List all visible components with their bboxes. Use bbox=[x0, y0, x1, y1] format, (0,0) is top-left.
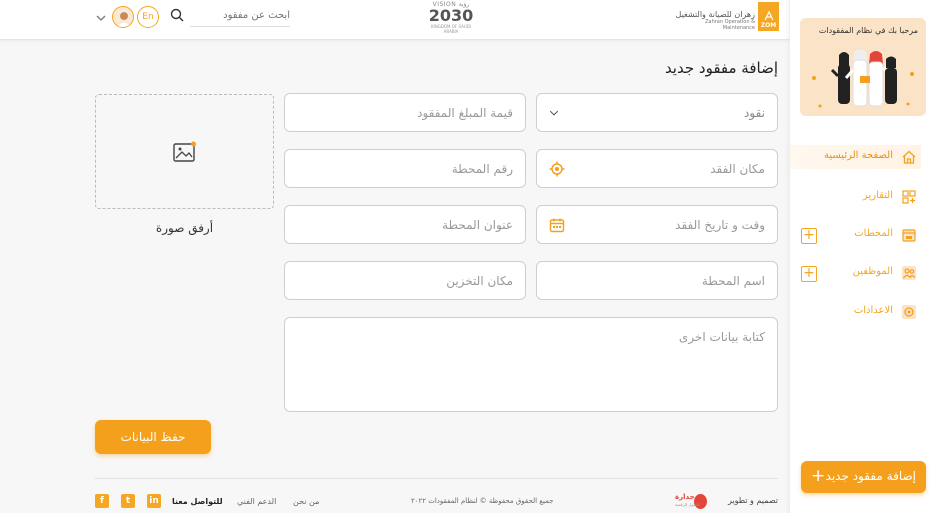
design-label: تصميم و تطوير bbox=[727, 496, 778, 505]
design-brand: جدارة bbox=[675, 493, 695, 501]
support-link[interactable]: الدعم الفني bbox=[237, 497, 276, 506]
other-data-placeholder: كتابة بيانات اخرى bbox=[678, 330, 765, 344]
copyright-text: جميع الحقوق محفوظة © لنظام المفقودات ٢٠٢… bbox=[411, 497, 554, 505]
image-icon bbox=[173, 141, 196, 162]
loss-place-field[interactable]: مكان الفقد bbox=[536, 149, 778, 188]
add-lost-item-label: إضافة مفقود جديد bbox=[825, 469, 916, 483]
sidebar: مرحبا بك في نظام المفقودات الصفحة الرئيس… bbox=[789, 0, 936, 513]
category-value: نقود bbox=[744, 105, 765, 120]
loss-datetime-placeholder: وقت و تاريخ الفقد bbox=[675, 217, 765, 232]
people-illustration bbox=[812, 49, 914, 108]
storage-place-field[interactable]: مكان التخزين bbox=[284, 261, 526, 300]
search-icon[interactable] bbox=[170, 8, 184, 22]
expand-employees-button[interactable]: + bbox=[801, 266, 817, 282]
loss-place-placeholder: مكان الفقد bbox=[710, 161, 765, 176]
company-badge-text: ZOM bbox=[760, 22, 777, 29]
sidebar-item-label: الموظفين bbox=[852, 266, 893, 277]
loss-datetime-field[interactable]: وقت و تاريخ الفقد bbox=[536, 205, 778, 244]
about-link[interactable]: من نحن bbox=[293, 497, 319, 506]
twitter-icon[interactable]: t bbox=[121, 494, 135, 508]
home-icon bbox=[902, 150, 916, 164]
vision-sub-text: KINGDOM OF SAUDI ARABIA bbox=[430, 24, 472, 34]
design-credit: تصميم و تطوير جدارة للحلول الرقمية bbox=[675, 493, 778, 511]
sidebar-item-settings[interactable]: الاعدادات bbox=[790, 300, 921, 324]
vision-year: 2030 bbox=[428, 6, 474, 25]
location-target-icon[interactable] bbox=[549, 161, 565, 177]
welcome-banner: مرحبا بك في نظام المفقودات bbox=[800, 18, 926, 116]
page-title: إضافة مفقود جديد bbox=[664, 59, 778, 77]
company-logo: زهران للصيانة والتشغيل Zahran Operation … bbox=[673, 2, 779, 32]
sidebar-item-label: الاعدادات bbox=[853, 305, 893, 316]
design-company-logo[interactable]: جدارة للحلول الرقمية bbox=[675, 493, 707, 511]
station-number-placeholder: رقم المحطة bbox=[451, 161, 513, 176]
company-name-en: Zahran Operation & Maintenance bbox=[705, 19, 755, 31]
sidebar-item-label: الصفحة الرئيسية bbox=[824, 150, 893, 161]
sidebar-item-home[interactable]: الصفحة الرئيسية bbox=[790, 145, 921, 169]
station-name-placeholder: اسم المحطة bbox=[701, 273, 765, 288]
other-data-textarea[interactable]: كتابة بيانات اخرى bbox=[284, 317, 778, 412]
contact-us-label: للتواصل معنا bbox=[172, 497, 223, 506]
stations-icon bbox=[902, 229, 916, 242]
settings-icon bbox=[902, 305, 916, 319]
footer: f t in للتواصل معنا الدعم الفني من نحن ج… bbox=[95, 478, 778, 513]
chevron-down-icon[interactable] bbox=[95, 12, 107, 24]
avatar[interactable] bbox=[112, 6, 134, 28]
top-header: En VISION رؤیة 2030 KINGDOM OF SAUDI ARA… bbox=[0, 0, 789, 40]
save-button[interactable]: حفظ البيانات bbox=[95, 420, 211, 454]
company-name-ar: زهران للصيانة والتشغيل bbox=[675, 10, 755, 19]
linkedin-icon[interactable]: in bbox=[147, 494, 161, 508]
lost-amount-placeholder: قيمة المبلغ المفقود bbox=[417, 105, 513, 120]
calendar-icon[interactable] bbox=[549, 217, 565, 233]
chevron-down-icon bbox=[549, 110, 559, 116]
plus-icon: + bbox=[811, 466, 826, 486]
add-lost-item-button[interactable]: + إضافة مفقود جديد bbox=[801, 461, 926, 493]
station-address-placeholder: عنوان المحطة bbox=[442, 217, 513, 232]
company-mark-icon bbox=[763, 10, 774, 21]
station-number-field[interactable]: رقم المحطة bbox=[284, 149, 526, 188]
language-switch-button[interactable]: En bbox=[137, 6, 159, 28]
lost-amount-field[interactable]: قيمة المبلغ المفقود bbox=[284, 93, 526, 132]
sidebar-item-label: التقارير bbox=[862, 190, 893, 201]
sidebar-item-label: المحطات bbox=[854, 228, 893, 239]
expand-stations-button[interactable]: + bbox=[801, 228, 817, 244]
category-select[interactable]: نقود bbox=[536, 93, 778, 132]
reports-icon bbox=[902, 190, 916, 204]
attach-image-label: أرفق صورة bbox=[155, 221, 214, 235]
station-address-field[interactable]: عنوان المحطة bbox=[284, 205, 526, 244]
company-badge: ZOM bbox=[758, 2, 779, 31]
search-input[interactable] bbox=[190, 5, 290, 27]
vision-2030-logo: VISION رؤیة 2030 KINGDOM OF SAUDI ARABIA bbox=[425, 1, 477, 34]
sidebar-item-reports[interactable]: التقارير bbox=[790, 185, 921, 209]
employees-icon bbox=[902, 266, 916, 280]
design-brand-sub: للحلول الرقمية bbox=[675, 502, 700, 507]
station-name-field[interactable]: اسم المحطة bbox=[536, 261, 778, 300]
main-content: إضافة مفقود جديد نقود قيمة المبلغ المفقو… bbox=[0, 41, 789, 513]
storage-place-placeholder: مكان التخزين bbox=[446, 273, 513, 288]
facebook-icon[interactable]: f bbox=[95, 494, 109, 508]
image-upload-dropzone[interactable] bbox=[95, 94, 274, 209]
